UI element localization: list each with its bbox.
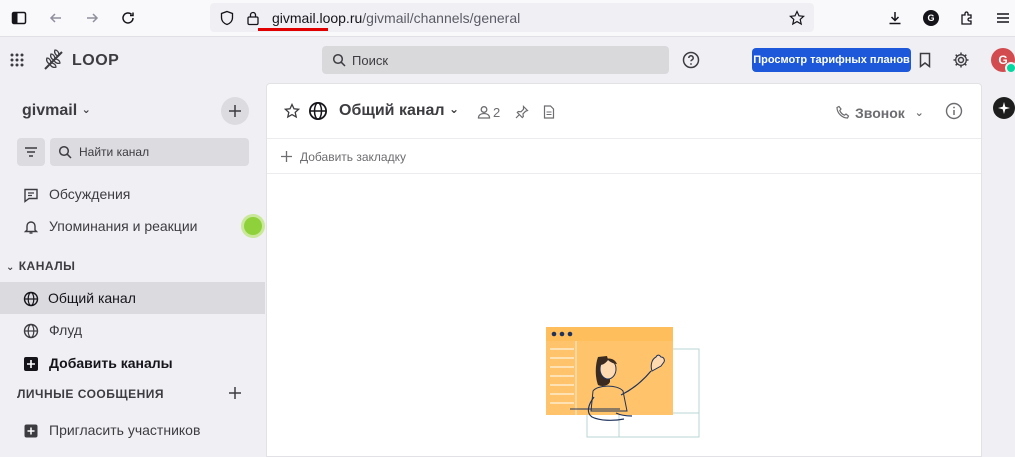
channel-title-menu[interactable]: Общий канал ⌄ (339, 102, 459, 120)
help-icon[interactable] (680, 49, 702, 71)
add-button[interactable] (221, 97, 249, 125)
search-input[interactable]: Поиск (322, 46, 669, 74)
favorite-star-icon[interactable] (284, 103, 300, 119)
chevron-down-icon: ⌄ (6, 262, 15, 273)
search-placeholder: Поиск (352, 53, 389, 68)
profile-icon[interactable]: G (920, 7, 942, 29)
channel-header: Общий канал ⌄ 2 Звонок ⌄ (267, 84, 981, 139)
view-plans-button[interactable]: Просмотр тарифных планов (752, 48, 911, 72)
call-button[interactable]: Звонок ⌄ (855, 105, 924, 121)
plus-icon (229, 105, 241, 117)
url-host: givmail.loop.ru (272, 10, 363, 26)
find-channel-input[interactable]: Найти канал (50, 138, 249, 166)
sidebar-item-general-channel[interactable]: Общий канал (0, 282, 265, 314)
add-bookmark-button[interactable]: Добавить закладку (300, 150, 406, 164)
plus-icon (229, 387, 241, 399)
threads-icon (22, 186, 40, 204)
chevron-down-icon: ⌄ (81, 104, 91, 116)
online-status-icon (1005, 62, 1015, 74)
bell-icon (22, 218, 40, 236)
invite-members-button[interactable]: Пригласить участников (0, 414, 265, 446)
settings-gear-icon[interactable] (950, 49, 972, 71)
app-header: LOOP Поиск Просмотр тарифных планов G (0, 38, 1015, 83)
sidebar-toggle-icon[interactable] (8, 7, 30, 29)
filter-icon (25, 147, 37, 157)
team-name: givmail (22, 102, 78, 119)
sidebar-item-label: Добавить каналы (49, 355, 173, 371)
sidebar-item-label: Упоминания и реакции (49, 218, 198, 234)
sidebar-item-mentions[interactable]: Упоминания и реакции (0, 210, 265, 242)
loop-logo-icon (42, 49, 66, 71)
find-channel-placeholder: Найти канал (79, 145, 150, 159)
sidebar-item-label: Флуд (49, 322, 83, 338)
sidebar-item-flood-channel[interactable]: Флуд (0, 314, 265, 346)
bookmarks-bar: Добавить закладку (267, 140, 981, 174)
search-icon (58, 145, 72, 159)
files-icon[interactable] (543, 105, 555, 119)
add-dm-button[interactable] (229, 387, 241, 399)
lock-icon[interactable] (242, 7, 264, 29)
saved-items-icon[interactable] (914, 49, 936, 71)
members-icon[interactable] (477, 105, 491, 119)
forward-icon[interactable] (81, 7, 103, 29)
info-icon[interactable] (945, 102, 963, 120)
ai-assistant-button[interactable] (993, 97, 1015, 119)
globe-icon (22, 290, 40, 308)
sidebar-item-label: Общий канал (48, 290, 136, 306)
sidebar-item-threads[interactable]: Обсуждения (0, 178, 265, 210)
cursor-highlight-dot (244, 217, 262, 235)
channel-sidebar: givmail ⌄ Найти канал Обсуждения Упомина… (0, 83, 265, 457)
bookmark-star-icon[interactable] (786, 7, 808, 29)
filter-button[interactable] (17, 138, 45, 166)
sidebar-item-label: Пригласить участников (49, 422, 201, 438)
url-path: /givmail/channels/general (362, 10, 521, 26)
chevron-down-icon: ⌄ (914, 107, 924, 119)
channel-title: Общий канал (339, 102, 445, 119)
right-app-bar (983, 83, 1015, 457)
team-menu[interactable]: givmail ⌄ (22, 102, 91, 120)
url-text[interactable]: givmail.loop.ru/givmail/channels/general (272, 10, 520, 26)
call-label: Звонок (855, 105, 905, 121)
phone-icon (836, 105, 850, 119)
plus-box-icon (22, 422, 40, 440)
channels-section-label: КАНАЛЫ (18, 259, 76, 273)
menu-icon[interactable] (992, 7, 1014, 29)
channel-view: Общий канал ⌄ 2 Звонок ⌄ Добавить заклад… (266, 83, 982, 457)
url-annotation-underline (258, 28, 328, 31)
member-count[interactable]: 2 (493, 105, 500, 120)
plus-icon (281, 151, 292, 162)
profile-initial: G (923, 10, 939, 26)
chevron-down-icon: ⌄ (449, 102, 460, 116)
download-icon[interactable] (884, 7, 906, 29)
globe-icon (22, 322, 40, 340)
welcome-illustration (546, 325, 700, 439)
sidebar-item-label: Обсуждения (49, 186, 131, 202)
pin-icon[interactable] (515, 105, 529, 119)
extensions-icon[interactable] (956, 7, 978, 29)
brand-name: LOOP (72, 52, 120, 69)
sparkle-icon (998, 102, 1010, 114)
shield-icon[interactable] (216, 7, 238, 29)
add-channels-button[interactable]: Добавить каналы (0, 347, 265, 379)
globe-icon (308, 101, 328, 121)
reload-icon[interactable] (117, 7, 139, 29)
channels-section-header[interactable]: ⌄ КАНАЛЫ (6, 259, 75, 273)
back-icon[interactable] (45, 7, 67, 29)
product-switcher-icon[interactable] (6, 49, 28, 71)
browser-toolbar: givmail.loop.ru/givmail/channels/general… (0, 0, 1015, 37)
search-icon (332, 53, 346, 67)
plus-box-icon (22, 355, 40, 373)
dm-section-header[interactable]: ЛИЧНЫЕ СООБЩЕНИЯ (17, 387, 164, 401)
